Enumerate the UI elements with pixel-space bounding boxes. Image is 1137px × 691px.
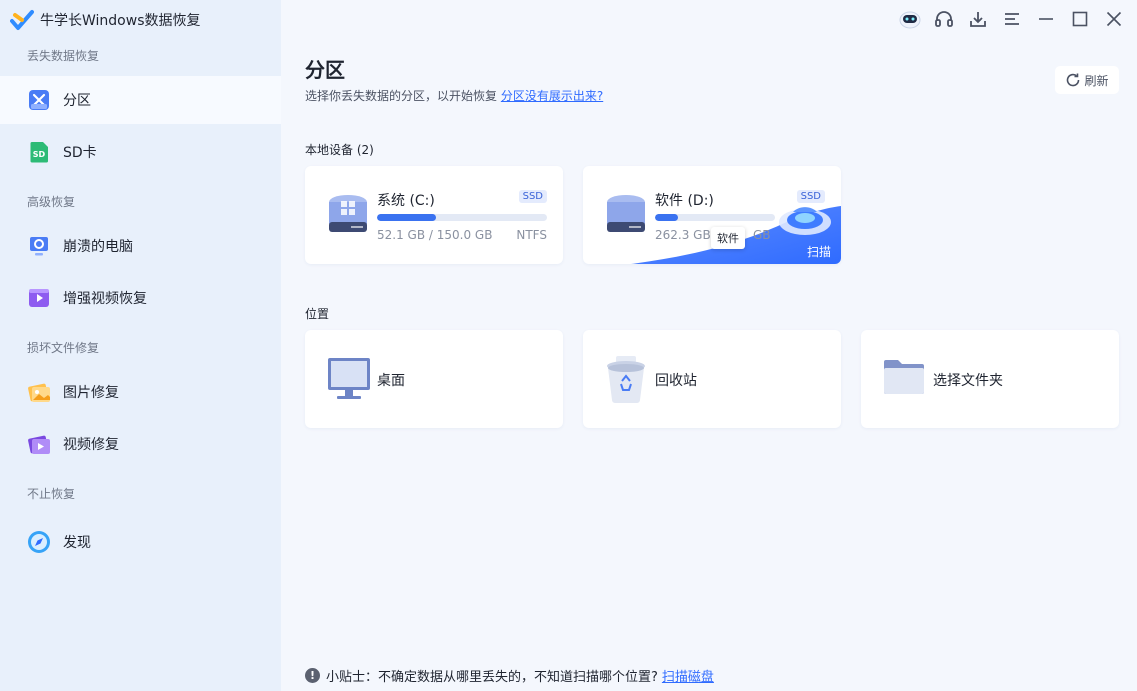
- sidebar-item-crashed-pc[interactable]: 崩溃的电脑: [0, 222, 281, 270]
- drive-size-tail: GB: [753, 228, 771, 242]
- hard-drive-icon: [607, 195, 645, 232]
- page-title: 分区: [305, 58, 345, 82]
- page-subtitle: 选择你丢失数据的分区，以开始恢复 分区没有展示出来?: [305, 87, 603, 104]
- recycle-bin-icon: [607, 356, 645, 403]
- refresh-icon: [1067, 73, 1080, 87]
- photo-repair-icon: [26, 379, 52, 405]
- sidebar-item-label: SD卡: [63, 145, 97, 161]
- location-card-choose-folder[interactable]: 选择文件夹: [861, 330, 1119, 428]
- local-devices-label: 本地设备 (2): [305, 143, 374, 157]
- section-label-repair: 损坏文件修复: [27, 341, 100, 355]
- sidebar-item-video-repair[interactable]: 视频修复: [0, 420, 281, 468]
- footer-tip: ! 小贴士：不确定数据从哪里丢失的，不知道扫描哪个位置? 扫描磁盘: [305, 666, 714, 685]
- sidebar-item-sd-card[interactable]: SD SD卡: [0, 128, 281, 176]
- partition-icon: [26, 87, 52, 113]
- section-label-more: 不止恢复: [27, 487, 76, 501]
- usage-bar-fill: [655, 214, 678, 221]
- compass-icon: [26, 529, 52, 555]
- sidebar-item-partition[interactable]: 分区: [0, 76, 281, 124]
- subtitle-text: 选择你丢失数据的分区，以开始恢复: [305, 89, 498, 103]
- app-title: 牛学长Windows数据恢复: [10, 8, 201, 32]
- scan-disc-icon: [779, 207, 831, 235]
- drive-filesystem: NTFS: [516, 228, 547, 242]
- sidebar-item-label: 图片修复: [63, 385, 119, 401]
- drive-tooltip: 软件: [711, 227, 745, 249]
- ssd-badge: SSD: [518, 190, 547, 203]
- folder-icon: [884, 360, 924, 394]
- partition-missing-link[interactable]: 分区没有展示出来?: [501, 89, 603, 103]
- sidebar-item-label: 崩溃的电脑: [63, 239, 133, 255]
- sidebar: 牛学长Windows数据恢复 丢失数据恢复 分区 SD SD卡 高级恢复 崩溃的…: [0, 0, 281, 691]
- location-card-recycle-bin[interactable]: 回收站: [583, 330, 841, 428]
- section-label-advanced: 高级恢复: [27, 195, 76, 209]
- location-name: 回收站: [655, 373, 697, 389]
- location-name: 桌面: [377, 373, 405, 389]
- scan-disk-link[interactable]: 扫描磁盘: [662, 666, 714, 685]
- usage-bar: [655, 214, 775, 221]
- refresh-label: 刷新: [1084, 73, 1109, 88]
- enhanced-video-icon: [26, 285, 52, 311]
- location-card-desktop[interactable]: 桌面: [305, 330, 563, 428]
- sidebar-item-photo-repair[interactable]: 图片修复: [0, 368, 281, 416]
- app-name: 牛学长Windows数据恢复: [40, 13, 201, 29]
- video-repair-icon: [26, 431, 52, 457]
- usage-bar-fill: [377, 214, 436, 221]
- footer-tip-text: 小贴士：不确定数据从哪里丢失的，不知道扫描哪个位置?: [326, 670, 658, 685]
- location-name: 选择文件夹: [933, 373, 1003, 389]
- svg-text:SD: SD: [33, 150, 46, 159]
- desktop-monitor-icon: [328, 358, 370, 399]
- scan-button[interactable]: 扫描: [807, 243, 831, 260]
- main-panel: 分区 选择你丢失数据的分区，以开始恢复 分区没有展示出来? 刷新 本地设备 (2…: [281, 0, 1137, 691]
- usage-bar: [377, 214, 547, 221]
- sidebar-item-enhanced-video[interactable]: 增强视频恢复: [0, 274, 281, 322]
- sidebar-item-label: 发现: [63, 535, 91, 551]
- drive-name: 软件 (D:): [655, 193, 714, 209]
- drive-name: 系统 (C:): [377, 193, 435, 209]
- drive-card-c[interactable]: 系统 (C:) SSD 52.1 GB / 150.0 GB NTFS: [305, 166, 563, 264]
- app-logo-icon: [10, 10, 34, 30]
- drive-size: 52.1 GB / 150.0 GB: [377, 228, 493, 242]
- crashed-pc-icon: [26, 233, 52, 259]
- drive-size: 262.3 GB: [655, 228, 711, 242]
- hard-drive-icon: [329, 195, 367, 232]
- sidebar-item-label: 视频修复: [63, 437, 119, 453]
- sidebar-item-label: 增强视频恢复: [63, 291, 147, 307]
- refresh-button[interactable]: 刷新: [1055, 66, 1119, 94]
- sidebar-item-label: 分区: [63, 93, 91, 109]
- drive-card-d[interactable]: 软件 (D:) SSD 262.3 GB GB 扫描 软件: [583, 166, 841, 264]
- info-icon: !: [305, 668, 320, 683]
- sidebar-item-discover[interactable]: 发现: [0, 518, 281, 566]
- locations-label: 位置: [305, 307, 330, 321]
- section-label-lost-data: 丢失数据恢复: [27, 49, 100, 63]
- sd-card-icon: SD: [26, 139, 52, 165]
